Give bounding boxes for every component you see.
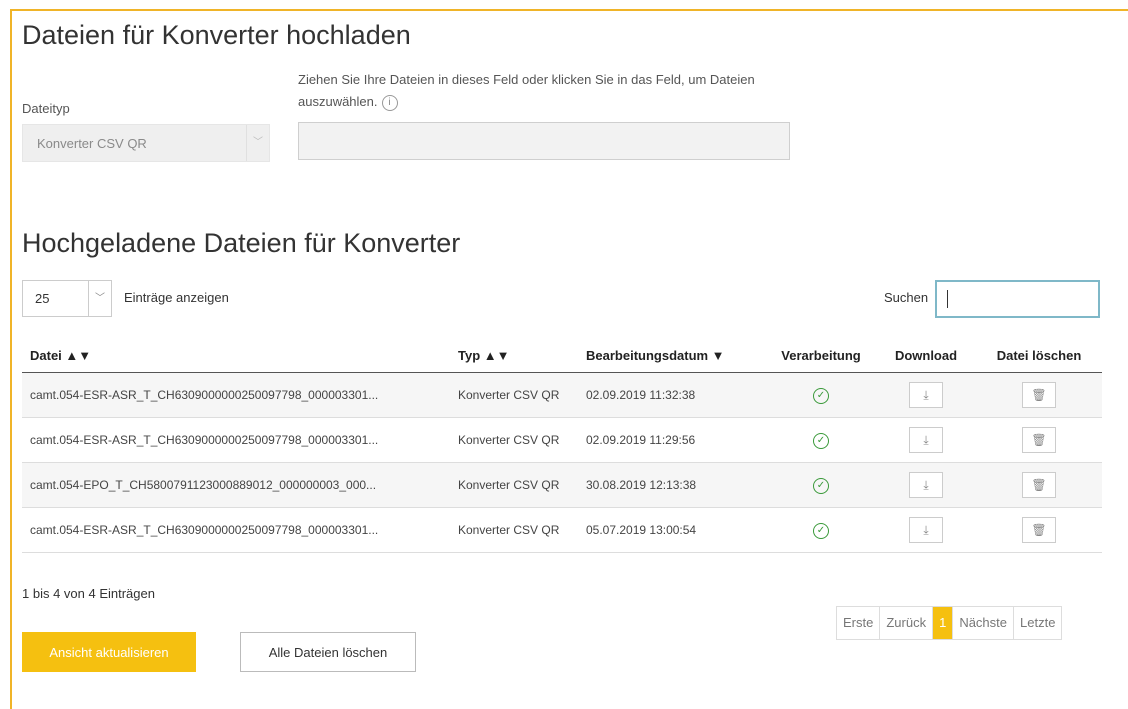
table-header-row: Datei ▲▼ Typ ▲▼ Bearbeitungsdatum ▼ Vera…	[22, 338, 1102, 373]
cell-date: 30.08.2019 12:13:38	[578, 462, 766, 508]
table-info: 1 bis 4 von 4 Einträgen	[22, 586, 155, 601]
column-header-type[interactable]: Typ ▲▼	[450, 338, 578, 373]
delete-button[interactable]: 🗑	[1022, 427, 1056, 453]
dropzone-hint: Ziehen Sie Ihre Dateien in dieses Feld o…	[298, 69, 818, 113]
download-icon: ⤓	[923, 388, 929, 402]
cell-date: 02.09.2019 11:29:56	[578, 417, 766, 463]
filetype-label: Dateityp	[22, 101, 70, 116]
file-dropzone[interactable]	[298, 122, 790, 160]
files-table: Datei ▲▼ Typ ▲▼ Bearbeitungsdatum ▼ Vera…	[22, 338, 1102, 553]
column-header-processing: Verarbeitung	[766, 338, 876, 373]
delete-button[interactable]: 🗑	[1022, 472, 1056, 498]
search-label: Suchen	[884, 290, 929, 305]
cell-type: Konverter CSV QR	[450, 462, 578, 508]
cell-file: camt.054-ESR-ASR_T_CH6309000000250097798…	[22, 417, 450, 463]
pager-next[interactable]: Nächste	[953, 607, 1015, 639]
trash-icon: 🗑	[1031, 433, 1047, 447]
download-icon: ⤓	[923, 523, 929, 537]
dropzone-hint-line2: auszuwählen.	[298, 94, 378, 109]
cell-type: Konverter CSV QR	[450, 372, 578, 418]
entries-label: Einträge anzeigen	[124, 290, 229, 305]
table-row: camt.054-ESR-ASR_T_CH6309000000250097798…	[22, 372, 1102, 418]
cell-type: Konverter CSV QR	[450, 417, 578, 463]
cell-date: 02.09.2019 11:32:38	[578, 372, 766, 418]
filetype-select: Konverter CSV QR ﹀	[22, 124, 270, 162]
cell-file: camt.054-ESR-ASR_T_CH6309000000250097798…	[22, 507, 450, 553]
chevron-down-icon: ﹀	[88, 281, 111, 316]
column-header-file[interactable]: Datei ▲▼	[22, 338, 450, 373]
search-input[interactable]	[935, 280, 1100, 318]
trash-icon: 🗑	[1031, 388, 1047, 402]
dropzone-hint-line1: Ziehen Sie Ihre Dateien in dieses Feld o…	[298, 72, 755, 87]
trash-icon: 🗑	[1031, 478, 1047, 492]
delete-all-button[interactable]: Alle Dateien löschen	[240, 632, 416, 672]
download-button[interactable]: ⤓	[909, 472, 943, 498]
download-button[interactable]: ⤓	[909, 517, 943, 543]
download-icon: ⤓	[923, 433, 929, 447]
entries-value: 25	[35, 291, 50, 306]
chevron-down-icon: ﹀	[246, 125, 269, 161]
check-circle-icon: ✓	[813, 432, 829, 449]
refresh-button[interactable]: Ansicht aktualisieren	[22, 632, 196, 672]
cell-file: camt.054-EPO_T_CH5800791123000889012_000…	[22, 462, 450, 508]
upload-title: Dateien für Konverter hochladen	[22, 20, 411, 50]
cell-date: 05.07.2019 13:00:54	[578, 507, 766, 553]
table-row: camt.054-EPO_T_CH5800791123000889012_000…	[22, 462, 1102, 508]
entries-select[interactable]: 25 ﹀	[22, 280, 112, 317]
info-icon[interactable]: i	[381, 95, 398, 111]
download-icon: ⤓	[923, 478, 929, 492]
pagination: Erste Zurück 1 Nächste Letzte	[836, 606, 1063, 640]
download-button[interactable]: ⤓	[909, 427, 943, 453]
check-circle-icon: ✓	[813, 387, 829, 404]
check-circle-icon: ✓	[813, 477, 829, 494]
trash-icon: 🗑	[1031, 523, 1047, 537]
download-button[interactable]: ⤓	[909, 382, 943, 408]
column-header-delete: Datei löschen	[976, 338, 1102, 373]
cell-file: camt.054-ESR-ASR_T_CH6309000000250097798…	[22, 372, 450, 418]
filetype-value: Konverter CSV QR	[37, 136, 147, 151]
table-row: camt.054-ESR-ASR_T_CH6309000000250097798…	[22, 507, 1102, 553]
delete-button[interactable]: 🗑	[1022, 517, 1056, 543]
column-header-download: Download	[876, 338, 976, 373]
pager-last[interactable]: Letzte	[1014, 607, 1061, 639]
pager-prev[interactable]: Zurück	[880, 607, 934, 639]
pager-first[interactable]: Erste	[837, 607, 881, 639]
column-header-date[interactable]: Bearbeitungsdatum ▼	[578, 338, 766, 373]
check-circle-icon: ✓	[813, 522, 829, 539]
pager-current[interactable]: 1	[933, 607, 954, 639]
list-title: Hochgeladene Dateien für Konverter	[22, 228, 461, 258]
delete-button[interactable]: 🗑	[1022, 382, 1056, 408]
table-row: camt.054-ESR-ASR_T_CH6309000000250097798…	[22, 417, 1102, 463]
cell-type: Konverter CSV QR	[450, 507, 578, 553]
